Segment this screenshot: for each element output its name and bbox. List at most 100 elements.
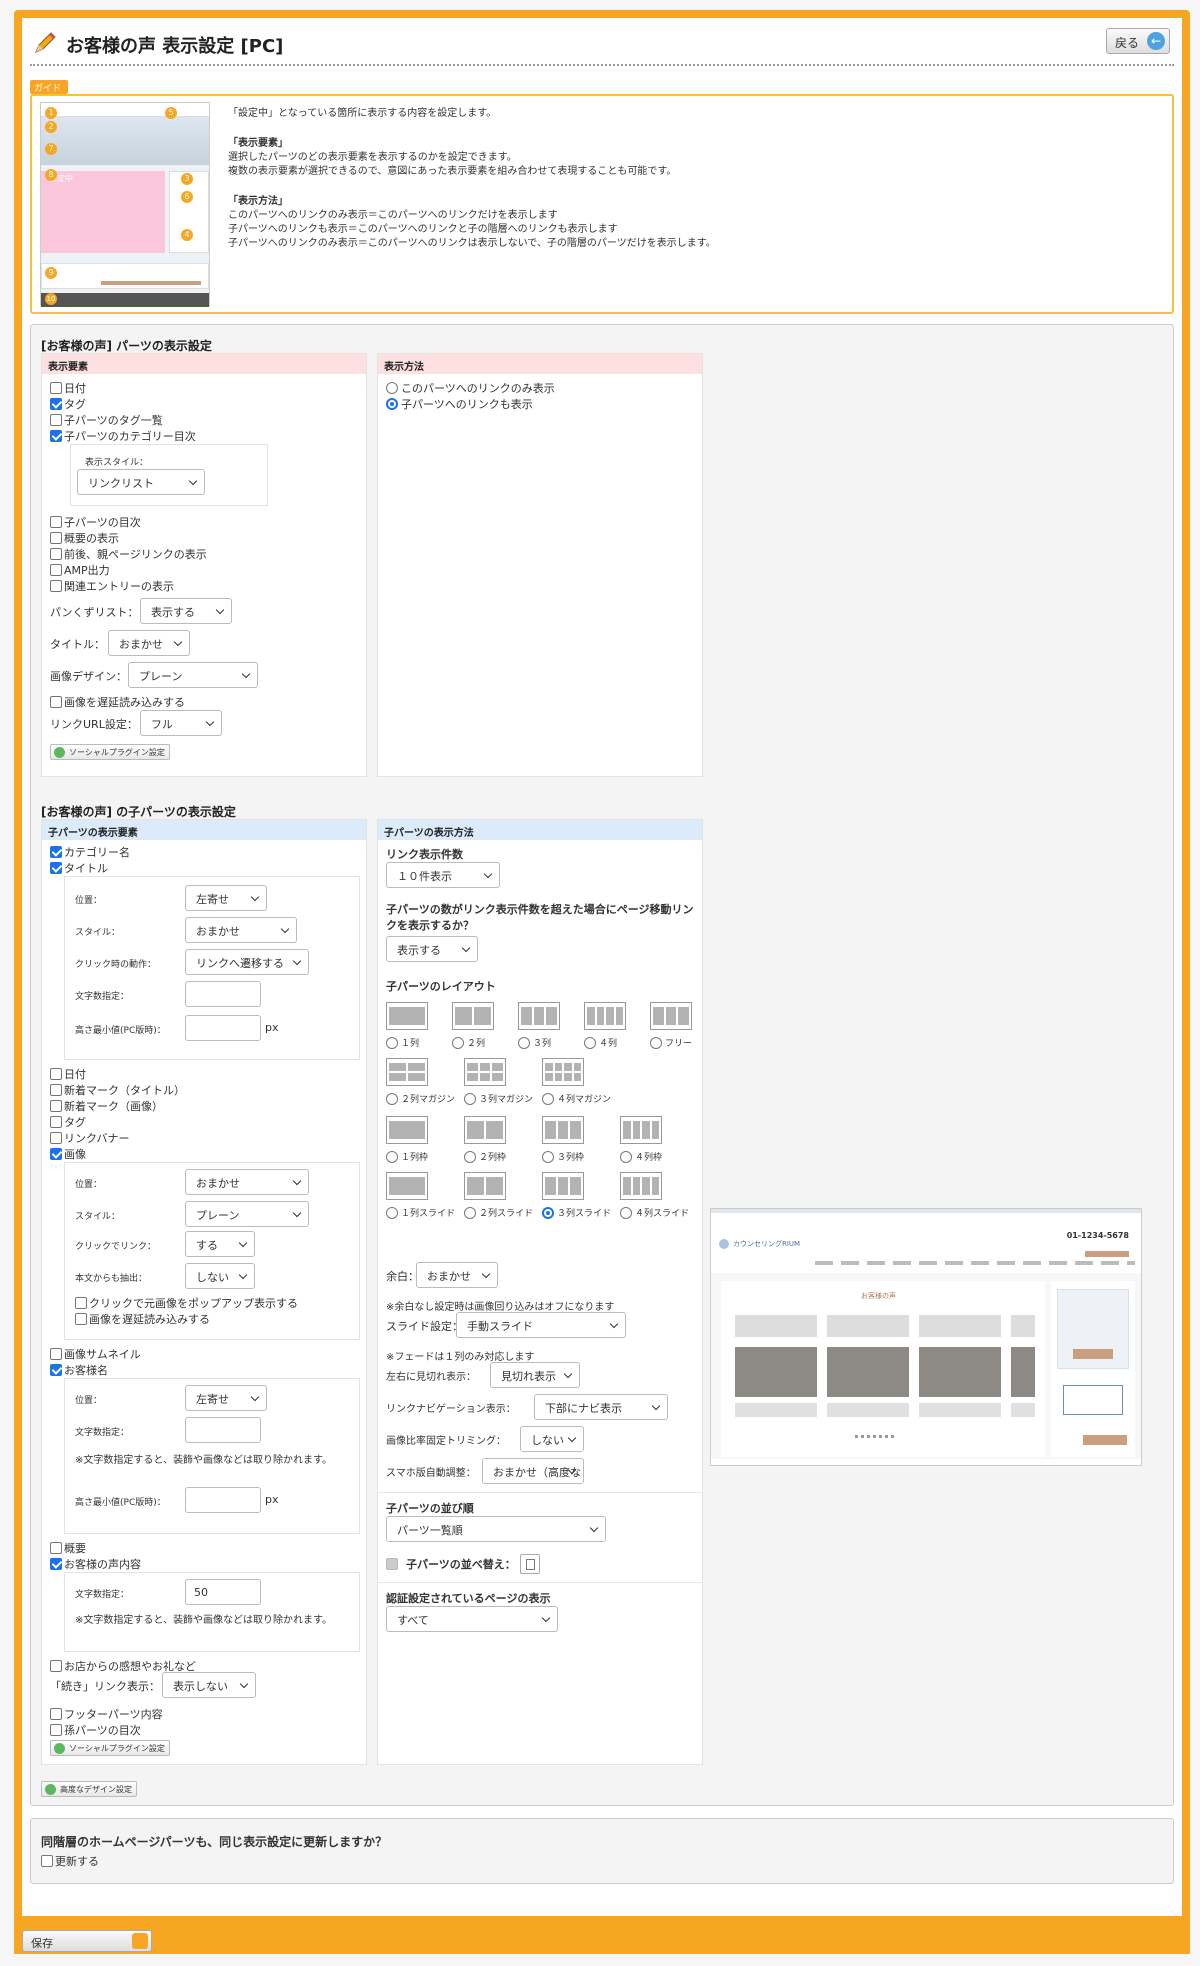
option-child-tag[interactable]: 子パーツのタグ一覧 (50, 412, 163, 428)
layout-option[interactable]: フリー (650, 1036, 692, 1049)
option-lazy-load[interactable]: 画像を遅延読み込みする (75, 1311, 210, 1327)
name-position-select[interactable]: 左寄せ (185, 1385, 267, 1411)
layout-option[interactable]: ４列マガジン (542, 1092, 611, 1105)
layout-thumb[interactable] (386, 1058, 428, 1086)
radio[interactable] (518, 1036, 530, 1049)
radio[interactable] (650, 1036, 662, 1049)
checkbox[interactable] (41, 1855, 53, 1867)
radio[interactable] (386, 1092, 398, 1105)
image-position-select[interactable]: おまかせ (185, 1169, 309, 1195)
radio[interactable] (452, 1036, 464, 1049)
layout-option[interactable]: ４列 (584, 1036, 617, 1049)
checkbox[interactable] (75, 1297, 87, 1309)
checkbox[interactable] (50, 1660, 62, 1672)
option-summary[interactable]: 概要の表示 (50, 530, 119, 546)
option-date[interactable]: 日付 (50, 1066, 86, 1082)
option-thumbnail[interactable]: 画像サムネイル (50, 1346, 141, 1362)
link-url-select[interactable]: フル (140, 710, 222, 736)
breadcrumb-select[interactable]: 表示する (140, 598, 232, 624)
layout-thumb[interactable] (386, 1116, 428, 1144)
checkbox[interactable] (50, 846, 62, 858)
radio[interactable] (386, 398, 398, 410)
option-customer-name[interactable]: お客様名 (50, 1362, 108, 1378)
layout-option[interactable]: ３列枠 (542, 1150, 584, 1163)
margin-select[interactable]: おまかせ (416, 1262, 498, 1288)
social-plugin-button[interactable]: ソーシャルプラグイン設定 (50, 1740, 170, 1756)
layout-option[interactable]: ２列枠 (464, 1150, 506, 1163)
radio[interactable] (542, 1150, 554, 1163)
link-count-select[interactable]: １０件表示 (386, 862, 500, 888)
layout-option[interactable]: ３列 (518, 1036, 551, 1049)
layout-thumb[interactable] (452, 1002, 494, 1030)
layout-option[interactable]: ２列 (452, 1036, 485, 1049)
paging-select[interactable]: 表示する (386, 936, 478, 962)
option-tag[interactable]: タグ (50, 1114, 86, 1130)
style-select[interactable]: おまかせ (185, 917, 297, 943)
sort-checkbox[interactable] (386, 1558, 398, 1570)
option-prevnext[interactable]: 前後、親ページリンクの表示 (50, 546, 207, 562)
radio[interactable] (620, 1150, 632, 1163)
title-select[interactable]: おまかせ (108, 630, 190, 656)
trim-select[interactable]: しない (520, 1426, 584, 1452)
layout-thumb[interactable] (386, 1002, 428, 1030)
layout-option[interactable]: ４列枠 (620, 1150, 662, 1163)
checkbox[interactable] (50, 580, 62, 592)
option-voice-content[interactable]: お客様の声内容 (50, 1556, 141, 1572)
layout-option[interactable]: ２列マガジン (386, 1092, 455, 1105)
position-select[interactable]: 左寄せ (185, 885, 267, 911)
layout-thumb[interactable] (620, 1172, 662, 1200)
char-count-input[interactable] (185, 981, 261, 1007)
method-option-2[interactable]: 子パーツへのリンクも表示 (386, 396, 533, 412)
radio[interactable] (542, 1092, 554, 1105)
checkbox[interactable] (50, 696, 62, 708)
layout-thumb[interactable] (542, 1058, 584, 1086)
layout-thumb[interactable] (386, 1172, 428, 1200)
checkbox[interactable] (50, 564, 62, 576)
option-amp[interactable]: AMP出力 (50, 562, 110, 578)
layout-thumb[interactable] (542, 1116, 584, 1144)
radio[interactable] (386, 382, 398, 394)
checkbox[interactable] (50, 1708, 62, 1720)
layout-thumb[interactable] (518, 1002, 560, 1030)
layout-thumb[interactable] (620, 1116, 662, 1144)
layout-thumb[interactable] (464, 1058, 506, 1086)
checkbox[interactable] (50, 1542, 62, 1554)
radio[interactable] (386, 1036, 398, 1049)
option-date[interactable]: 日付 (50, 380, 86, 396)
radio[interactable] (386, 1150, 398, 1163)
option-title[interactable]: タイトル (50, 860, 108, 876)
option-overview[interactable]: 概要 (50, 1540, 86, 1556)
sp-adjust-select[interactable]: おまかせ（高度な (482, 1458, 584, 1484)
checkbox[interactable] (50, 548, 62, 560)
social-plugin-button[interactable]: ソーシャルプラグイン設定 (50, 744, 170, 760)
layout-option[interactable]: １列スライド (386, 1206, 455, 1219)
checkbox[interactable] (50, 1068, 62, 1080)
name-char-input[interactable] (185, 1417, 261, 1443)
checkbox[interactable] (50, 532, 62, 544)
extract-select[interactable]: しない (185, 1263, 255, 1289)
option-lazy-load[interactable]: 画像を遅延読み込みする (50, 694, 185, 710)
advanced-design-button[interactable]: 高度なデザイン設定 (41, 1781, 137, 1797)
more-link-select[interactable]: 表示しない (162, 1672, 256, 1698)
option-new-title[interactable]: 新着マーク（タイトル） (50, 1082, 185, 1098)
radio[interactable] (620, 1206, 632, 1219)
option-link-banner[interactable]: リンクバナー (50, 1130, 129, 1146)
click-link-select[interactable]: する (185, 1231, 255, 1257)
peek-select[interactable]: 見切れ表示 (490, 1362, 580, 1388)
checkbox[interactable] (50, 1348, 62, 1360)
option-related[interactable]: 関連エントリーの表示 (50, 578, 174, 594)
layout-thumb[interactable] (542, 1172, 584, 1200)
image-style-select[interactable]: プレーン (185, 1201, 309, 1227)
checkbox[interactable] (50, 382, 62, 394)
order-select[interactable]: パーツ一覧順 (386, 1516, 606, 1542)
style-select[interactable]: リンクリスト (77, 469, 205, 495)
min-height-input[interactable] (185, 1015, 261, 1041)
image-design-select[interactable]: プレーン (128, 662, 258, 688)
radio[interactable] (542, 1206, 554, 1219)
checkbox[interactable] (50, 516, 62, 528)
layout-option[interactable]: ４列スライド (620, 1206, 689, 1219)
option-footer-content[interactable]: フッターパーツ内容 (50, 1706, 163, 1722)
checkbox[interactable] (75, 1313, 87, 1325)
checkbox[interactable] (50, 430, 62, 442)
method-option-1[interactable]: このパーツへのリンクのみ表示 (386, 380, 555, 396)
